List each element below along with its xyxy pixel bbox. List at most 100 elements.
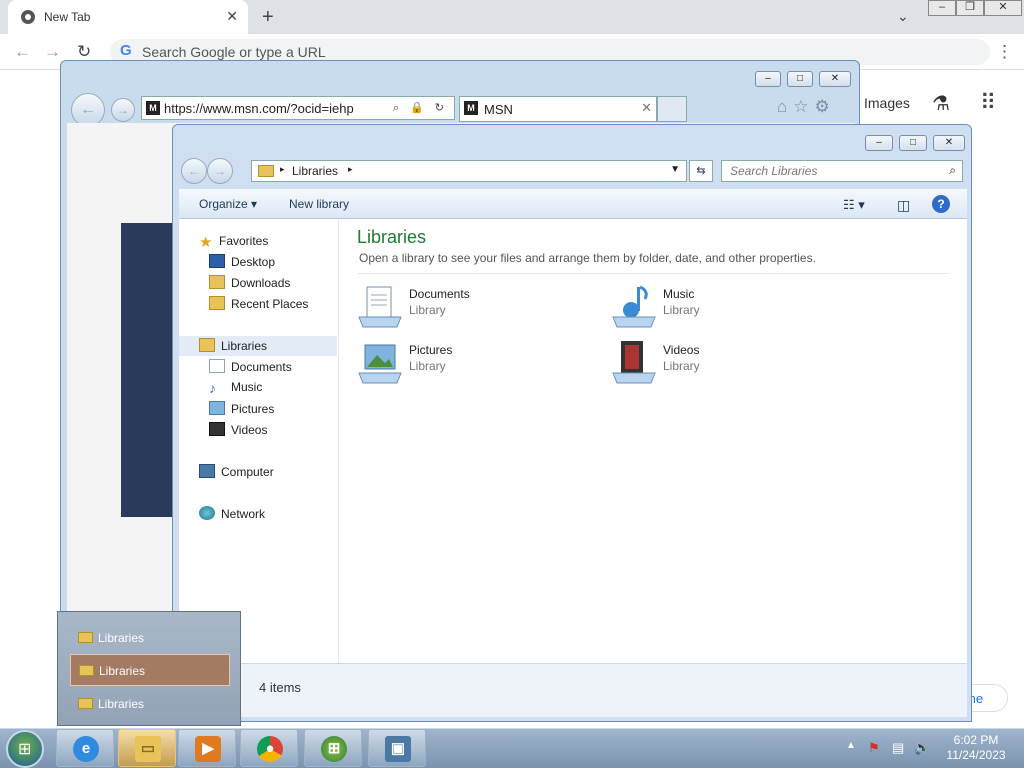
new-tab-button[interactable]: + [262, 6, 274, 29]
nav-label: Recent Places [231, 297, 309, 311]
libraries-icon [258, 165, 274, 177]
nav-pictures[interactable]: Pictures [209, 401, 274, 421]
ie-url: https://www.msn.com/?ocid=iehp [164, 101, 354, 116]
show-hidden-icons[interactable]: ▲ [846, 740, 856, 751]
apps-grid-icon[interactable]: ⠿ [980, 90, 996, 116]
ie-home-fav-settings-icons[interactable]: ⌂☆⚙ [777, 97, 836, 117]
chrome-tab-new-tab[interactable]: New Tab ✕ [8, 0, 248, 34]
reload-icon[interactable]: ↻ [77, 42, 91, 62]
close-button[interactable]: ✕ [933, 135, 965, 151]
maximize-button[interactable]: □ [899, 135, 927, 151]
nav-documents[interactable]: Documents [209, 359, 292, 379]
taskbar-windows-app[interactable]: ⊞ [304, 729, 362, 767]
taskbar-media-player[interactable]: ▶ [178, 729, 236, 767]
back-arrow-icon[interactable]: ← [181, 158, 207, 184]
network-status-icon[interactable]: ▤ [892, 740, 904, 756]
nav-favorites[interactable]: ★ Favorites [199, 233, 268, 253]
clock[interactable]: 6:02 PM 11/24/2023 [936, 733, 1016, 763]
page-title: Libraries [357, 227, 427, 247]
chevron-down-icon[interactable]: ▼ [670, 164, 680, 175]
documents-icon [209, 359, 225, 373]
library-type: Library [409, 303, 446, 317]
refresh-icon[interactable]: ⇆ [689, 160, 713, 182]
taskbar-remote-desktop[interactable]: ▣ [368, 729, 426, 767]
chevron-down-icon[interactable]: ⌄ [897, 8, 909, 25]
library-name: Music [663, 287, 695, 301]
restore-button[interactable]: ❐ [956, 0, 984, 16]
nav-libraries[interactable]: Libraries [199, 338, 267, 358]
volume-muted-icon[interactable]: 🔈 [914, 740, 930, 756]
ie-tab-title: MSN [484, 102, 513, 117]
nav-music[interactable]: ♪ Music [209, 380, 262, 400]
back-arrow-icon[interactable]: ← [14, 42, 31, 62]
nav-computer[interactable]: Computer [199, 464, 274, 484]
close-button[interactable]: ✕ [984, 0, 1022, 16]
command-bar: Organize ▾ New library ☷ ▾ ◫ ? [179, 189, 967, 219]
search-lock-refresh-icons[interactable]: ⌕ 🔒 ↻ [393, 101, 448, 115]
taskbar-ie[interactable]: e [56, 729, 114, 767]
chevron-right-icon[interactable]: ▸ [280, 164, 285, 175]
pictures-library-icon [358, 344, 402, 384]
nav-label: Desktop [231, 255, 276, 269]
new-library-button[interactable]: New library [289, 197, 349, 211]
forward-arrow-icon[interactable]: → [207, 158, 233, 184]
nav-videos[interactable]: Videos [209, 422, 267, 442]
msn-icon: M [464, 101, 478, 115]
library-item-music[interactable]: Music Library [611, 283, 851, 329]
minimize-button[interactable]: – [755, 71, 781, 87]
action-center-flag-icon[interactable]: ⚑ [868, 740, 880, 756]
nav-downloads[interactable]: Downloads [209, 275, 290, 295]
network-icon [199, 506, 215, 520]
view-options-icon[interactable]: ☷ ▾ [843, 197, 865, 213]
minimize-button[interactable]: – [928, 0, 956, 16]
back-arrow-icon[interactable]: ← [71, 93, 105, 127]
library-item-pictures[interactable]: Pictures Library [357, 339, 597, 385]
maximize-button[interactable]: □ [787, 71, 813, 87]
library-item-documents[interactable]: Documents Library [357, 283, 597, 329]
organize-button[interactable]: Organize ▾ [199, 197, 257, 211]
images-link[interactable]: Images [864, 95, 910, 111]
videos-icon [209, 422, 225, 436]
close-icon[interactable]: ✕ [641, 100, 652, 116]
popup-item-libraries[interactable]: Libraries [70, 654, 230, 686]
chrome-window-controls: – ❐ ✕ [928, 0, 1024, 16]
forward-arrow-icon[interactable]: → [44, 42, 61, 62]
breadcrumb-libraries[interactable]: Libraries [292, 164, 338, 178]
start-button[interactable]: ⊞ [6, 730, 44, 768]
menu-icon[interactable]: ⋮ [996, 42, 1013, 62]
close-button[interactable]: ✕ [819, 71, 851, 87]
search-input[interactable]: Search Libraries ⌕ [721, 160, 963, 182]
nav-network[interactable]: Network [199, 506, 265, 526]
library-type: Library [409, 359, 446, 373]
help-icon[interactable]: ? [932, 195, 950, 213]
folder-icon: ▭ [135, 736, 161, 762]
msn-icon: M [146, 101, 160, 115]
google-icon: G [120, 42, 132, 59]
nav-label: Libraries [221, 339, 268, 353]
library-item-videos[interactable]: Videos Library [611, 339, 851, 385]
popup-item-libraries[interactable]: Libraries [70, 688, 230, 720]
explorer-address-bar[interactable]: ▸ Libraries ▸ ▼ [251, 160, 687, 182]
nav-label: Music [231, 380, 263, 394]
forward-arrow-icon[interactable]: → [111, 98, 135, 122]
chevron-right-icon[interactable]: ▸ [348, 164, 353, 175]
ie-address-bar[interactable]: M https://www.msn.com/?ocid=iehp ⌕ 🔒 ↻ [141, 96, 455, 120]
labs-flask-icon[interactable]: ⚗ [932, 91, 950, 116]
nav-recent-places[interactable]: Recent Places [209, 296, 308, 316]
close-icon[interactable]: ✕ [226, 8, 238, 25]
library-name: Pictures [409, 343, 453, 357]
taskbar-explorer[interactable]: ▭ [118, 729, 176, 767]
windows-orb-icon: ⊞ [321, 736, 347, 762]
status-bar: 4 items [179, 663, 967, 717]
ie-new-tab[interactable] [657, 96, 687, 122]
popup-item-libraries[interactable]: Libraries [70, 622, 230, 654]
minimize-button[interactable]: – [865, 135, 893, 151]
search-icon[interactable]: ⌕ [949, 163, 956, 178]
nav-label: Network [221, 507, 266, 521]
system-tray: ▲ ⚑ ▤ 🔈 6:02 PM 11/24/2023 [840, 728, 1024, 768]
preview-pane-icon[interactable]: ◫ [897, 197, 910, 214]
nav-desktop[interactable]: Desktop [209, 254, 275, 274]
music-icon: ♪ [209, 380, 216, 396]
ie-tab-msn[interactable]: M MSN ✕ [459, 96, 657, 122]
taskbar-chrome[interactable]: ● [240, 729, 298, 767]
